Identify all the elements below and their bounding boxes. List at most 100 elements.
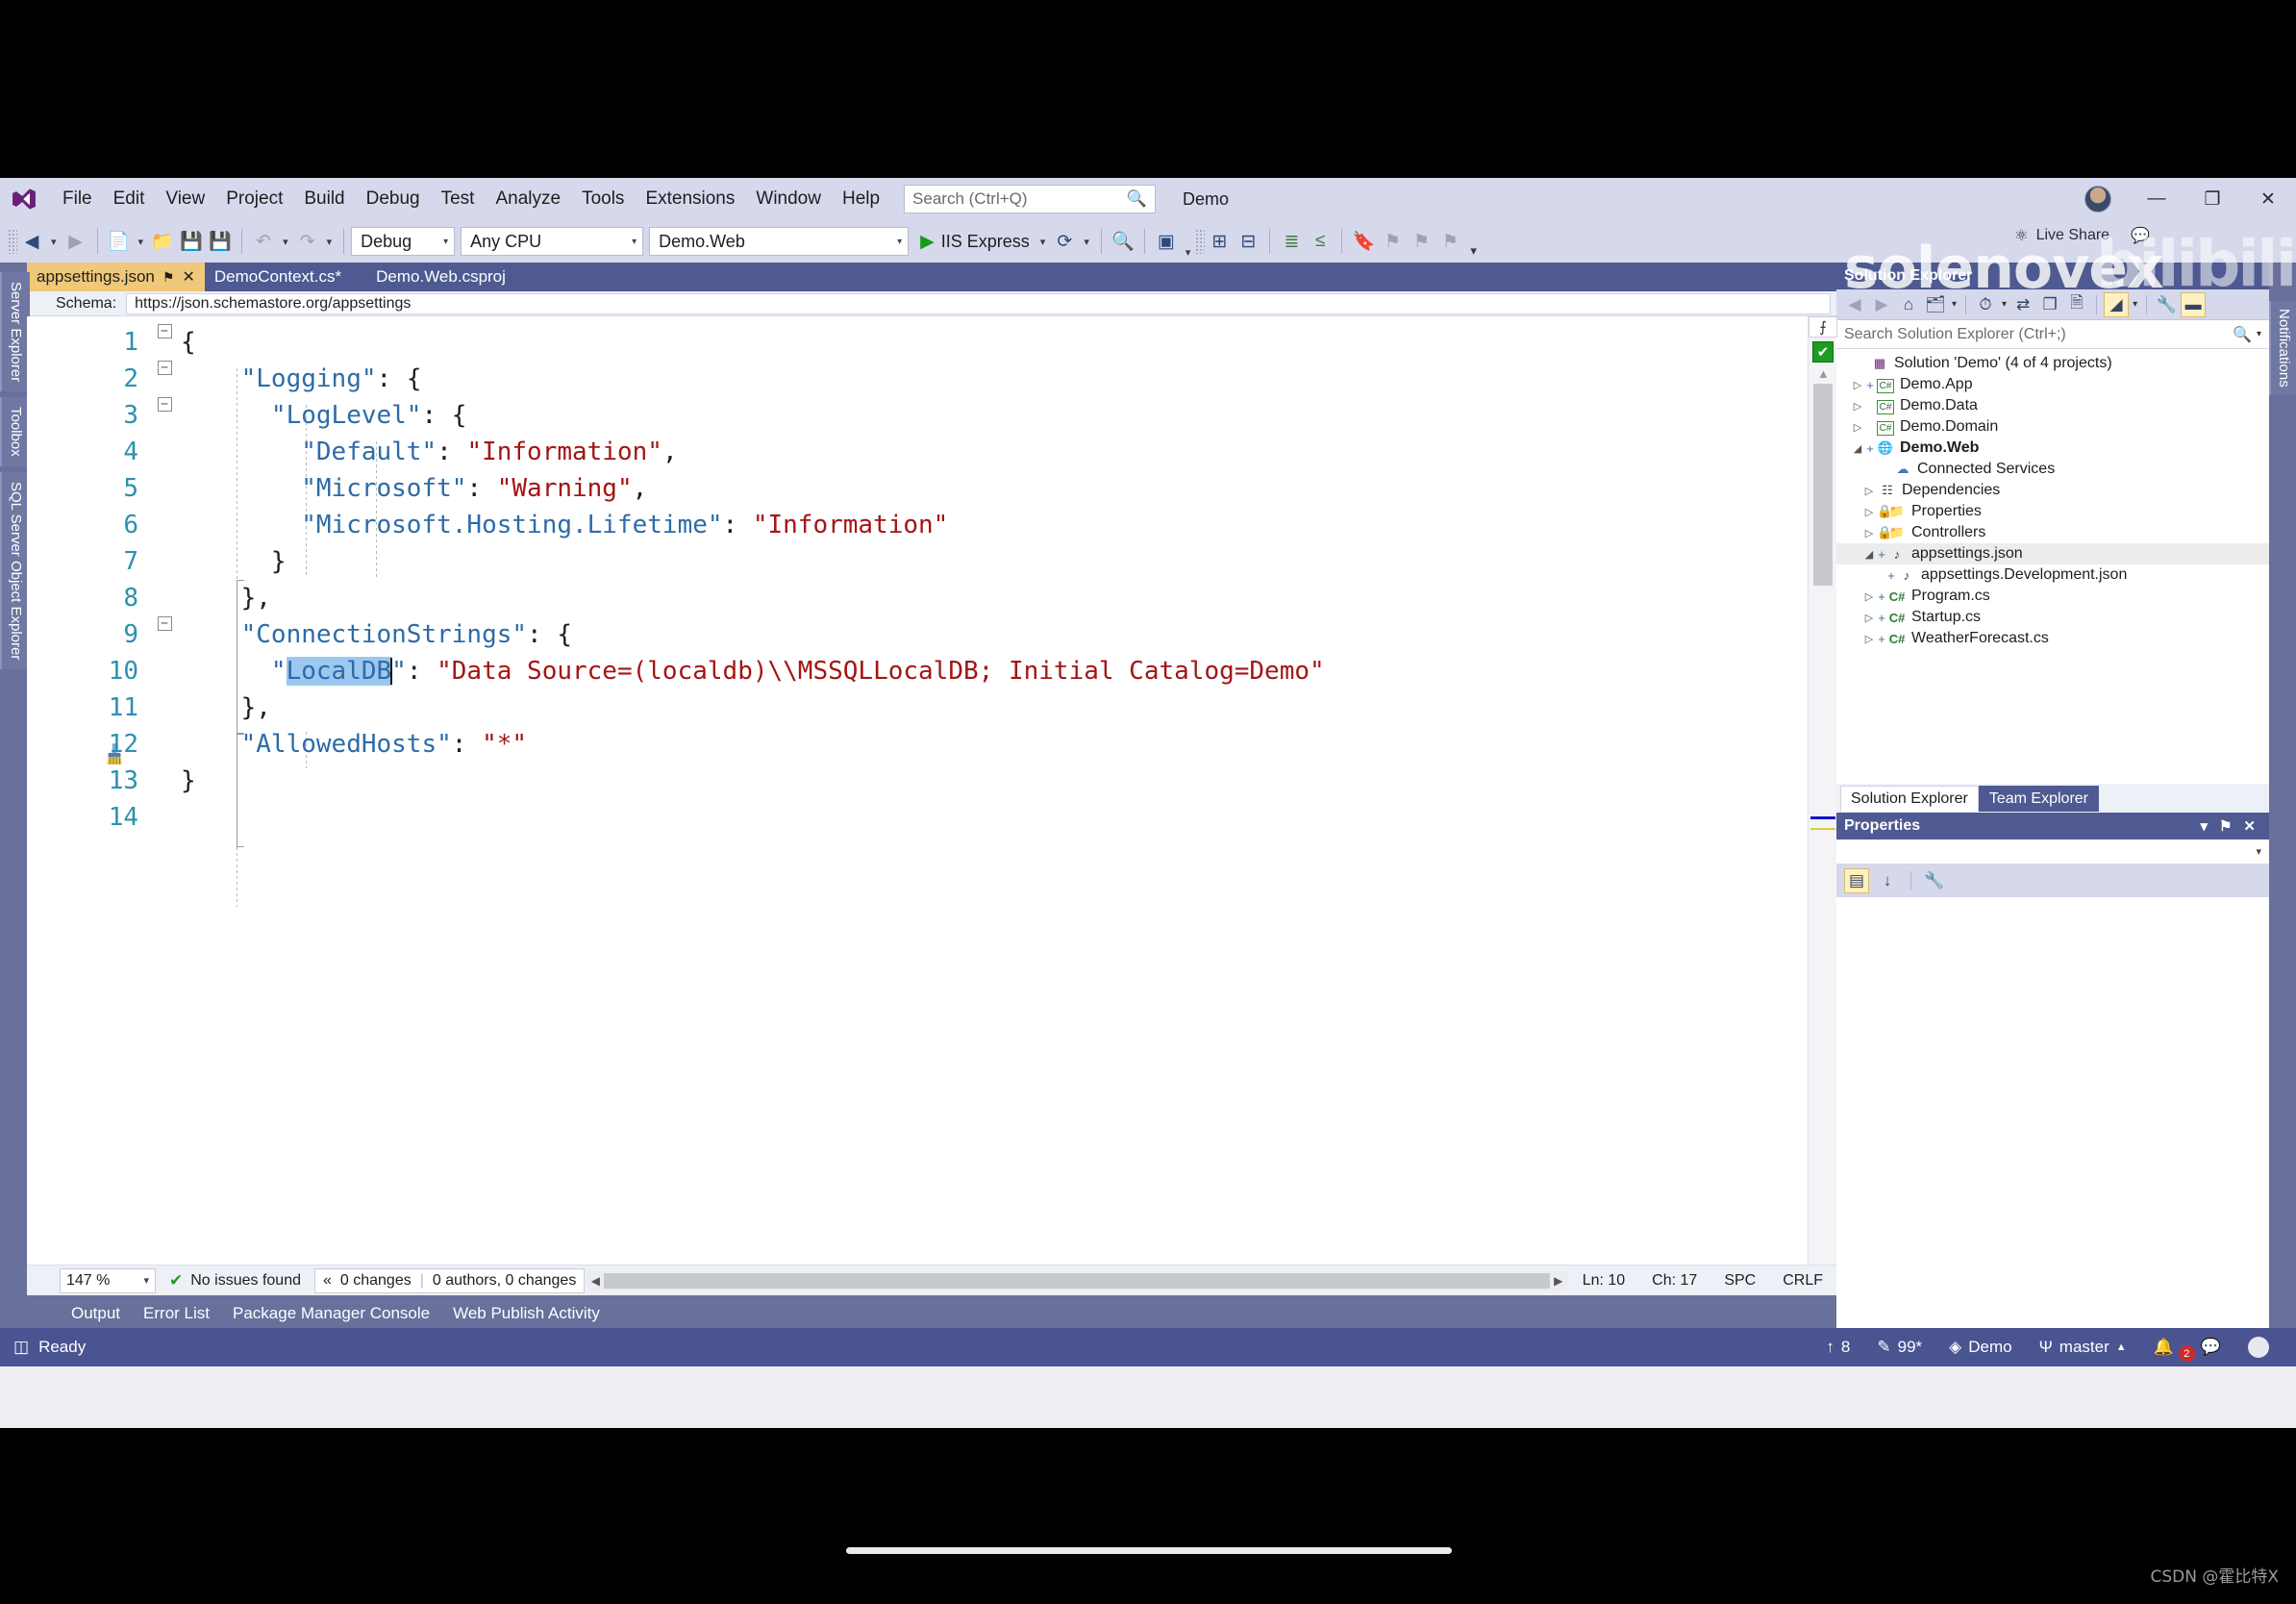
tree-row-controllers[interactable]: ▷ 🔒 📁 Controllers (1836, 522, 2269, 543)
codelens-changes[interactable]: « 0 changes | 0 authors, 0 changes (313, 1267, 586, 1293)
chevron-down-icon[interactable]: ▾ (2252, 329, 2261, 339)
home-icon[interactable]: ⌂ (1896, 292, 1921, 317)
tree-row-dependencies[interactable]: ▷ ☷ Dependencies (1836, 480, 2269, 501)
fold-toggle-icon[interactable]: − (152, 361, 177, 375)
start-debug-icon[interactable]: ▶ (914, 231, 935, 253)
hot-reload-caret-icon[interactable]: ▾ (1079, 236, 1094, 248)
save-icon[interactable]: 💾 (177, 226, 206, 257)
code-health-indicator[interactable]: ✔ (1812, 341, 1834, 363)
search-icon[interactable]: 🔍 (2233, 325, 2252, 344)
next-bookmark-icon[interactable]: ⚑ (1407, 226, 1435, 257)
tree-row-weatherforecast-cs[interactable]: ▷ + C# WeatherForecast.cs (1836, 628, 2269, 649)
save-all-icon[interactable]: 💾 (206, 226, 235, 257)
solution-tree[interactable]: ▦ Solution 'Demo' (4 of 4 projects) ▷ + … (1836, 349, 2269, 784)
startup-project-combo[interactable]: Demo.Web ▾ (649, 227, 910, 256)
fold-toggle-icon[interactable]: − (152, 616, 177, 631)
menu-item-test[interactable]: Test (431, 185, 486, 213)
redo-caret-icon[interactable]: ▾ (322, 236, 337, 248)
expander-icon[interactable]: ▷ (1861, 590, 1877, 603)
tree-row-appsettings-development-json[interactable]: + ♪ appsettings.Development.json (1836, 564, 2269, 586)
code-line[interactable]: 5 "Microsoft": "Warning", (27, 470, 1808, 507)
code-line[interactable]: 4 "Default": "Information", (27, 434, 1808, 470)
properties-window-icon[interactable]: 🔧 (2154, 292, 2179, 317)
scrollbar-thumb[interactable] (1813, 384, 1833, 586)
navigate-back-icon[interactable]: ◀ (17, 226, 46, 257)
status-notifications[interactable]: 🔔 2 (2140, 1338, 2195, 1362)
expander-icon[interactable]: ◢ (1850, 442, 1865, 455)
scroll-left-arrow-icon[interactable]: ◀ (586, 1274, 604, 1288)
menu-item-project[interactable]: Project (215, 185, 293, 213)
code-line[interactable]: 10 "LocalDB": "Data Source=(localdb)\\MS… (27, 653, 1808, 689)
chevron-down-icon[interactable]: ▾ (2000, 299, 2009, 310)
tree-row-demo-data[interactable]: ▷ C# Demo.Data (1836, 395, 2269, 416)
tool-tab-error-list[interactable]: Error List (132, 1299, 221, 1328)
wrench-icon[interactable]: 🔧 (1922, 868, 1947, 893)
clear-bookmarks-icon[interactable]: ⚑ (1435, 226, 1464, 257)
hot-reload-icon[interactable]: ⟳ (1050, 226, 1079, 257)
solution-configuration-combo[interactable]: Debug ▾ (351, 227, 456, 256)
fold-toggle-icon[interactable]: − (152, 397, 177, 412)
new-project-icon[interactable]: 📄 (105, 226, 134, 257)
maximize-button[interactable]: ❐ (2184, 178, 2240, 220)
minimize-button[interactable]: — (2129, 178, 2184, 220)
code-line[interactable]: 8 }, (27, 580, 1808, 616)
code-line[interactable]: 1 − { (27, 324, 1808, 361)
close-icon[interactable]: ✕ (182, 267, 194, 287)
expander-icon[interactable]: ▷ (1861, 506, 1877, 518)
solution-explorer-search[interactable]: Search Solution Explorer (Ctrl+;) 🔍 ▾ (1836, 320, 2269, 349)
preview-caret-icon[interactable]: ▾ (1181, 246, 1196, 259)
scroll-right-arrow-icon[interactable]: ▶ (1550, 1274, 1567, 1288)
code-line[interactable]: 3 − "LogLevel": { (27, 397, 1808, 434)
tree-row-demo-domain[interactable]: ▷ C# Demo.Domain (1836, 416, 2269, 438)
chevron-down-icon[interactable]: ▾ (2131, 299, 2139, 310)
close-icon[interactable]: ✕ (2237, 817, 2261, 835)
previous-bookmark-icon[interactable]: ⚑ (1378, 226, 1407, 257)
tree-row-demo-web[interactable]: ◢ + 🌐 Demo.Web (1836, 438, 2269, 459)
menu-item-edit[interactable]: Edit (103, 185, 156, 213)
uncomment-icon[interactable]: ⊟ (1234, 226, 1262, 257)
bookmark-icon[interactable]: 🔖 (1349, 226, 1378, 257)
redo-icon[interactable]: ↷ (293, 226, 322, 257)
expander-icon[interactable]: ▷ (1861, 633, 1877, 645)
menu-item-file[interactable]: File (52, 185, 103, 213)
fold-toggle-icon[interactable]: − (152, 324, 177, 338)
preview-selected-items-icon[interactable]: ◢ (2104, 291, 2130, 317)
editor-vertical-scrollbar[interactable]: ⨍ ✔ ▲ (1808, 316, 1837, 1265)
tool-tab-output[interactable]: Output (60, 1299, 132, 1328)
document-tab-democontext-cs[interactable]: DemoContext.cs* (204, 263, 352, 291)
video-progress-bar[interactable] (846, 1547, 1452, 1554)
tree-row-solution[interactable]: ▦ Solution 'Demo' (4 of 4 projects) (1836, 353, 2269, 374)
code-line[interactable]: 14 (27, 799, 1808, 836)
start-debug-caret-icon[interactable]: ▾ (1036, 236, 1051, 248)
tool-tab-package-manager-console[interactable]: Package Manager Console (221, 1299, 441, 1328)
solution-platform-combo[interactable]: Any CPU ▾ (461, 227, 644, 256)
tree-row-appsettings-json[interactable]: ◢ + ♪ appsettings.json (1836, 543, 2269, 564)
toolbar-grip[interactable] (8, 229, 17, 254)
sidebar-item-toolbox[interactable]: Toolbox (0, 397, 30, 466)
sidebar-item-notifications[interactable]: Notifications (2269, 301, 2296, 395)
share-icon[interactable]: 💬 (2131, 226, 2150, 245)
scroll-up-arrow-icon[interactable]: ▲ (1817, 366, 1830, 381)
schema-value[interactable]: https://json.schemastore.org/appsettings (126, 292, 1831, 314)
expander-icon[interactable]: ▷ (1850, 421, 1865, 434)
menu-item-tools[interactable]: Tools (571, 185, 635, 213)
tree-row-connected-services[interactable]: ☁ Connected Services (1836, 459, 2269, 480)
sync-icon[interactable]: ⇄ (2010, 292, 2035, 317)
expander-icon[interactable]: ▷ (1850, 400, 1865, 413)
zoom-level-combo[interactable]: 147 % ▾ (60, 1267, 156, 1293)
preview-icon[interactable]: ▣ (1152, 226, 1181, 257)
live-share-control[interactable]: ⚛ Live Share 💬 (2014, 226, 2150, 245)
tree-row-startup-cs[interactable]: ▷ + C# Startup.cs (1836, 607, 2269, 628)
horizontal-scrollbar-thumb[interactable] (604, 1272, 1550, 1289)
toolbar-overflow-icon[interactable]: ▾ (1464, 243, 1483, 259)
issues-status[interactable]: ✔ No issues found (156, 1271, 314, 1291)
code-line[interactable]: 12 "AllowedHosts": "*" (27, 726, 1808, 763)
pin-icon[interactable]: ⚑ (162, 269, 175, 286)
find-icon[interactable]: 🔍 (1109, 226, 1137, 257)
history-icon[interactable]: ⏱ (1973, 292, 1998, 317)
undo-caret-icon[interactable]: ▾ (278, 236, 293, 248)
tab-team-explorer[interactable]: Team Explorer (1978, 785, 2099, 812)
expander-icon[interactable]: ▷ (1861, 485, 1877, 497)
menu-item-build[interactable]: Build (293, 185, 355, 213)
status-unpushed-commits[interactable]: ↑ 8 (1812, 1338, 1863, 1357)
